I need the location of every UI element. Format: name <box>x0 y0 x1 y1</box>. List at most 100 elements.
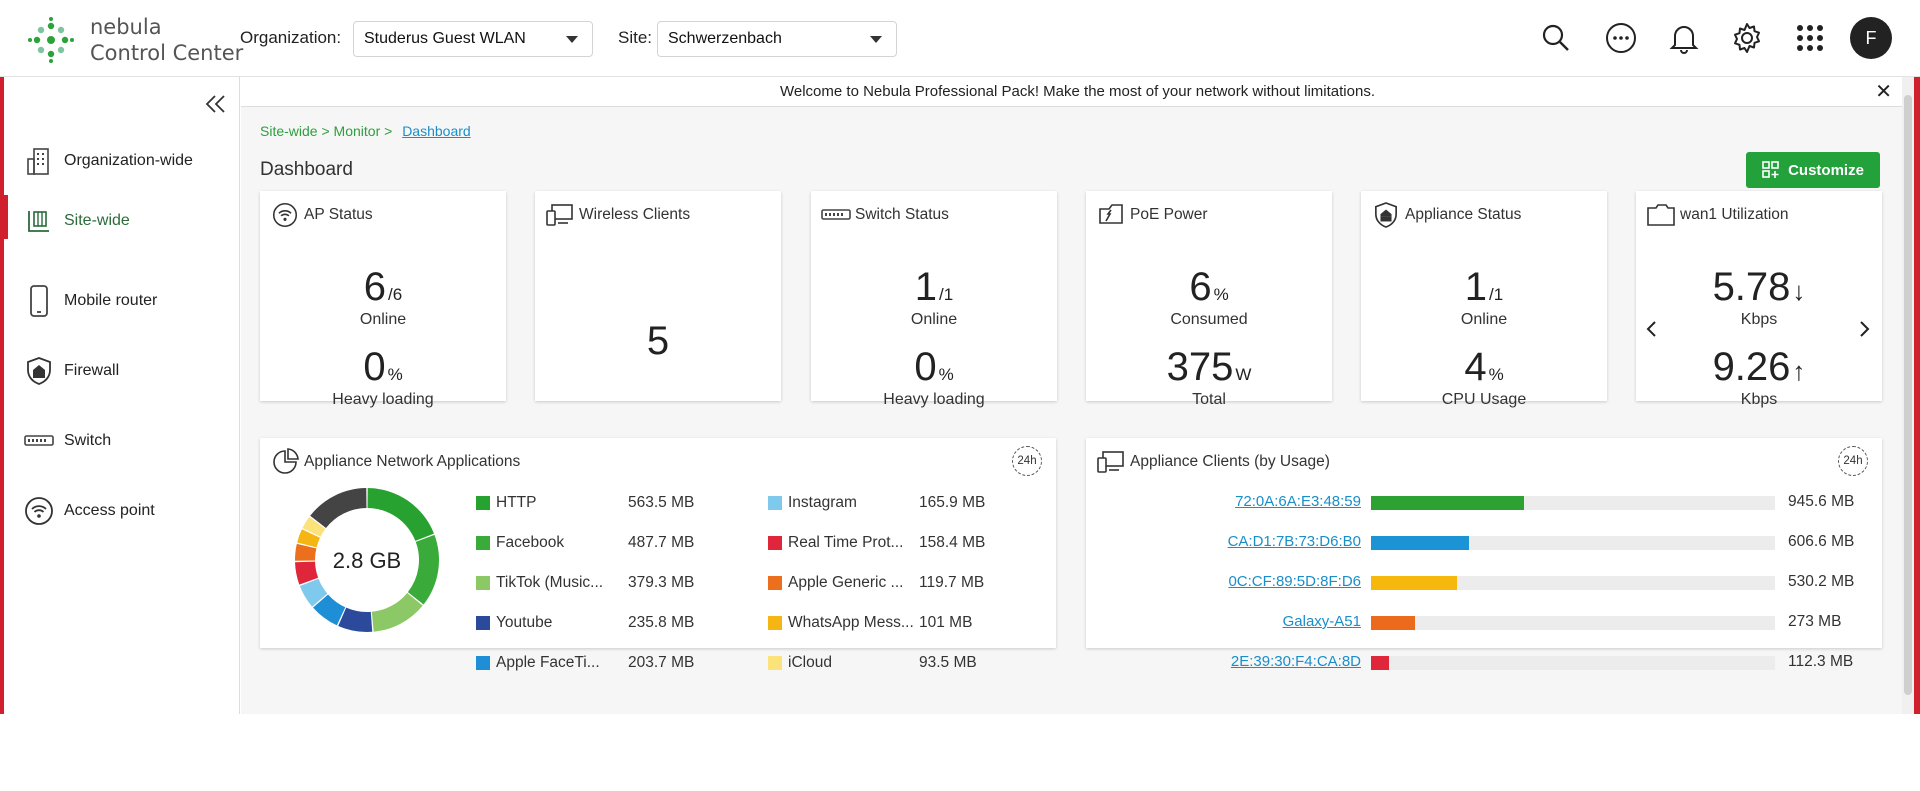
wan-upload-value: 9.26 <box>1712 345 1791 389</box>
period-label: 24h <box>1017 455 1037 467</box>
legend-value: 93.5 MB <box>919 654 977 671</box>
legend-item[interactable]: iCloud <box>768 654 832 672</box>
client-usage-value: 945.6 MB <box>1788 493 1855 510</box>
usage-bar-fill <box>1371 536 1470 550</box>
legend-label: HTTP <box>496 494 537 511</box>
sidebar-item-access-point[interactable]: Access point <box>24 495 155 527</box>
banner-text: Welcome to Nebula Professional Pack! Mak… <box>780 83 1375 100</box>
nebula-logo-icon <box>28 17 74 63</box>
legend-label: Instagram <box>788 494 857 511</box>
ap-heavy-loading-value: 0 <box>363 345 386 389</box>
client-usage-value: 530.2 MB <box>1788 573 1855 590</box>
legend-item[interactable]: Apple FaceTi... <box>476 654 600 672</box>
legend-item[interactable]: Real Time Prot... <box>768 534 903 552</box>
organization-select[interactable]: Studerus Guest WLAN <box>353 21 593 57</box>
arrow-down-icon: ↓ <box>1792 276 1806 306</box>
sidebar-item-organization-wide[interactable]: Organization-wide <box>24 145 193 177</box>
sidebar-item-label: Firewall <box>64 362 120 379</box>
legend-item[interactable]: Youtube <box>476 614 552 632</box>
wireless-clients-count: 5 <box>646 319 670 363</box>
legend-value: 158.4 MB <box>919 534 986 551</box>
legend-item[interactable]: TikTok (Music... <box>476 574 603 592</box>
chevron-down-icon <box>566 36 578 43</box>
client-usage-value: 112.3 MB <box>1788 653 1854 670</box>
chevron-down-icon <box>870 36 882 43</box>
legend-swatch <box>476 616 490 630</box>
donut-slice-other[interactable] <box>310 488 367 529</box>
active-indicator <box>4 195 8 239</box>
legend-swatch <box>476 656 490 670</box>
bell-icon[interactable] <box>1664 18 1704 58</box>
more-icon[interactable] <box>1601 18 1641 58</box>
card-title: Wireless Clients <box>579 206 691 223</box>
client-link[interactable]: CA:D1:7B:73:D6:B0 <box>1181 533 1361 550</box>
sidebar-item-label: Switch <box>64 432 112 449</box>
customize-button[interactable]: Customize <box>1746 152 1880 188</box>
legend-label: Real Time Prot... <box>788 534 904 551</box>
shield-icon <box>1371 201 1401 229</box>
wan-download-unit: Kbps <box>1740 311 1778 328</box>
legend-item[interactable]: Instagram <box>768 494 857 512</box>
legend-label: Apple Generic ... <box>788 574 904 591</box>
sidebar-item-mobile-router[interactable]: Mobile router <box>24 285 157 317</box>
poe-total-unit: W <box>1235 365 1252 384</box>
welcome-banner: Welcome to Nebula Professional Pack! Mak… <box>241 77 1914 107</box>
legend-value: 203.7 MB <box>628 654 695 671</box>
period-24h-icon[interactable]: 24h <box>1012 446 1042 476</box>
close-icon[interactable]: ✕ <box>1875 77 1892 107</box>
sidebar-item-firewall[interactable]: Firewall <box>24 355 119 387</box>
breadcrumb-dashboard[interactable]: Dashboard <box>402 123 471 139</box>
card-wan1-utilization[interactable]: wan1 Utilization 5.78↓ Kbps 9.26↑ Kbps <box>1636 191 1882 408</box>
donut-slice-0[interactable] <box>367 488 434 541</box>
poe-total-value: 375 <box>1166 345 1234 389</box>
donut-slice-2[interactable] <box>371 592 423 632</box>
access-point-icon <box>270 201 300 229</box>
site-select[interactable]: Schwerzenbach <box>657 21 897 57</box>
legend-swatch <box>476 496 490 510</box>
apps-grid-icon[interactable] <box>1790 18 1830 58</box>
cpu-usage-unit: % <box>1488 365 1504 384</box>
breadcrumb-monitor[interactable]: Monitor > <box>334 123 393 139</box>
search-icon[interactable] <box>1536 18 1576 58</box>
card-poe-power[interactable]: PoE Power 6% Consumed 375 W Total <box>1086 191 1332 408</box>
client-link[interactable]: 2E:39:30:F4:CA:8D <box>1181 653 1361 670</box>
chevron-left-icon[interactable] <box>1644 319 1660 344</box>
chevron-right-icon[interactable] <box>1856 319 1872 344</box>
user-avatar[interactable]: F <box>1850 17 1892 59</box>
legend-item[interactable]: HTTP <box>476 494 536 512</box>
client-link[interactable]: 72:0A:6A:E3:48:59 <box>1181 493 1361 510</box>
breadcrumb-site-wide[interactable]: Site-wide > <box>260 123 330 139</box>
sidebar-item-label: Mobile router <box>64 292 158 309</box>
card-wireless-clients[interactable]: Wireless Clients 5 <box>535 191 781 401</box>
client-link[interactable]: Galaxy-A51 <box>1181 613 1361 630</box>
legend-item[interactable]: Facebook <box>476 534 564 552</box>
usage-bar <box>1371 616 1775 630</box>
vertical-scrollbar[interactable] <box>1902 77 1914 714</box>
usage-bar-fill <box>1371 656 1390 670</box>
legend-item[interactable]: WhatsApp Mess... <box>768 614 914 632</box>
legend-item[interactable]: Apple Generic ... <box>768 574 903 592</box>
appliance-online-label: Online <box>1460 311 1508 328</box>
collapse-sidebar-icon[interactable] <box>204 93 232 117</box>
period-24h-icon[interactable]: 24h <box>1838 446 1868 476</box>
window-edge-right <box>1914 0 1920 714</box>
sidebar-item-site-wide[interactable]: Site-wide <box>24 205 130 237</box>
access-point-icon <box>24 495 54 527</box>
gear-icon[interactable] <box>1727 18 1767 58</box>
poe-consumed-unit: % <box>1213 285 1229 304</box>
card-switch-status[interactable]: Switch Status 1/1 Online 0% Heavy loadin… <box>811 191 1057 408</box>
scrollbar-thumb[interactable] <box>1904 95 1912 695</box>
legend-value: 487.7 MB <box>628 534 695 551</box>
legend-label: TikTok (Music... <box>496 574 604 591</box>
legend-swatch <box>476 536 490 550</box>
breadcrumb: Site-wide > Monitor > Dashboard <box>260 123 471 139</box>
nebula-logo[interactable]: nebula Control Center <box>28 14 243 66</box>
site-icon <box>24 205 54 237</box>
card-appliance-status[interactable]: Appliance Status 1/1 Online 4% CPU Usage <box>1361 191 1607 408</box>
legend-swatch <box>768 656 782 670</box>
card-ap-status[interactable]: AP Status 6/6 Online 0% Heavy loading <box>260 191 506 408</box>
donut-total: 2.8 GB <box>332 548 402 573</box>
arrow-up-icon: ↑ <box>1792 356 1806 386</box>
sidebar-item-switch[interactable]: Switch <box>24 425 111 457</box>
client-link[interactable]: 0C:CF:89:5D:8F:D6 <box>1181 573 1361 590</box>
